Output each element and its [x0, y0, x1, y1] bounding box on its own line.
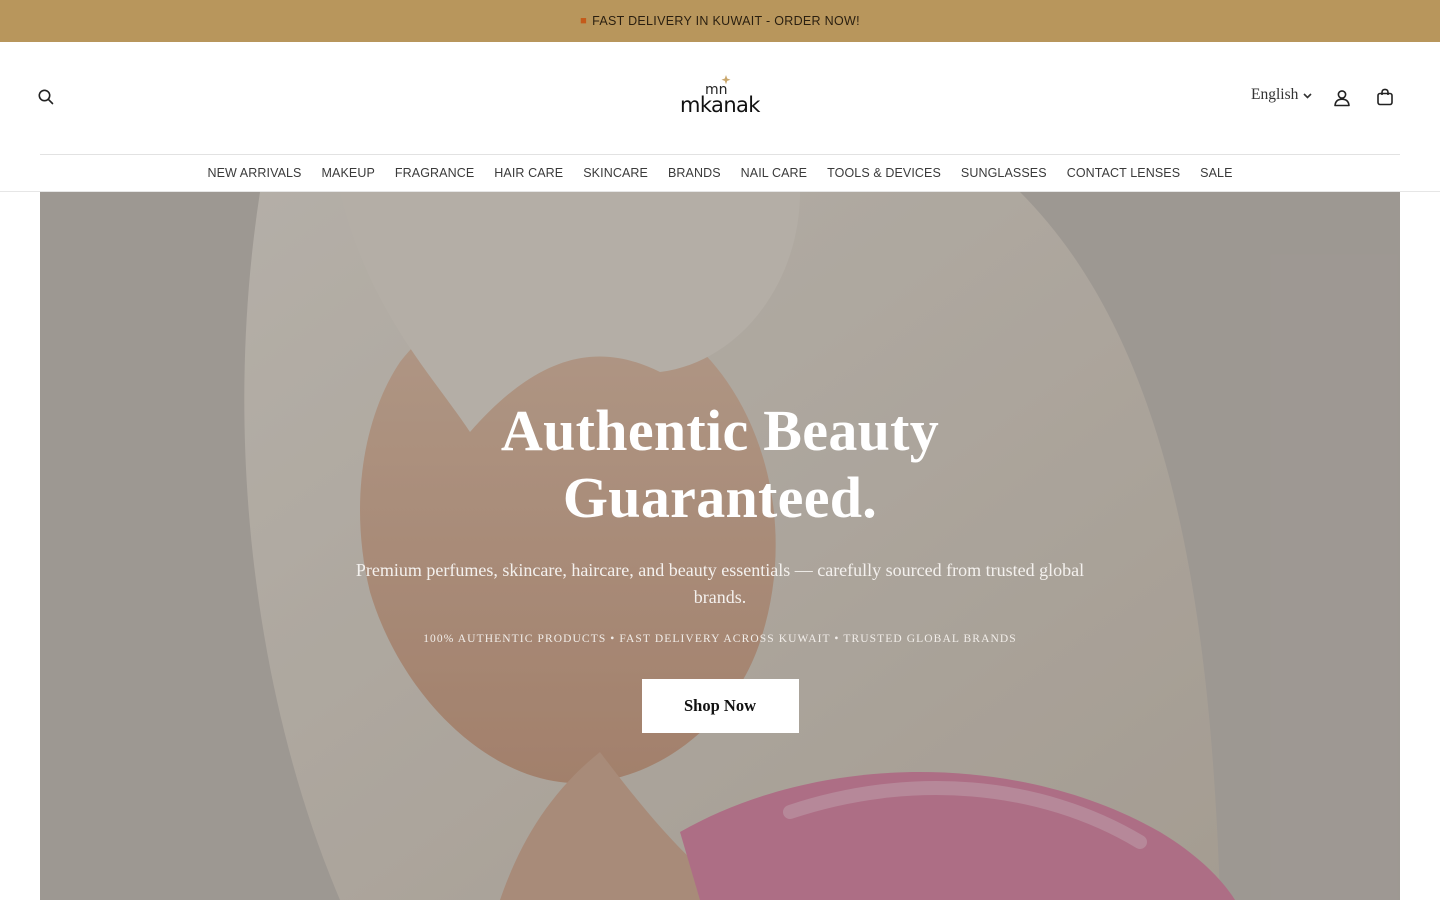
account-icon[interactable] — [1332, 88, 1352, 108]
shop-now-button[interactable]: Shop Now — [641, 679, 799, 733]
nav-item-tools-devices[interactable]: TOOLS & DEVICES — [817, 166, 951, 180]
hero-subtitle: Premium perfumes, skincare, haircare, an… — [355, 560, 1085, 607]
nav-item-nail-care[interactable]: NAIL CARE — [731, 166, 817, 180]
hero-content: Authentic Beauty Guaranteed. Premium per… — [40, 397, 1400, 733]
search-icon[interactable] — [36, 87, 56, 107]
nav-item-sunglasses[interactable]: SUNGLASSES — [951, 166, 1057, 180]
nav-item-skincare[interactable]: SKINCARE — [573, 166, 658, 180]
hero-trust-badges: 100% AUTHENTIC PRODUCTS • FAST DELIVERY … — [423, 633, 1017, 645]
nav-item-hair-care[interactable]: HAIR CARE — [484, 166, 573, 180]
truck-icon: ■ — [580, 15, 588, 27]
announcement-bar: ■ FAST DELIVERY IN KUWAIT - ORDER NOW! — [0, 0, 1440, 42]
cart-icon[interactable] — [1375, 87, 1395, 107]
nav-item-contact-lenses[interactable]: CONTACT LENSES — [1057, 166, 1190, 180]
language-label: English — [1251, 86, 1299, 103]
svg-text:mkanak: mkanak — [680, 93, 761, 117]
hero-title: Authentic Beauty Guaranteed. — [500, 398, 940, 530]
site-header: mn mkanak English NEW ARRIVALS MAKEUP FR… — [0, 42, 1440, 192]
nav-item-brands[interactable]: BRANDS — [658, 166, 731, 180]
hero-banner: Authentic Beauty Guaranteed. Premium per… — [40, 192, 1400, 900]
logo[interactable]: mn mkanak — [670, 72, 770, 120]
chevron-down-icon — [1303, 92, 1312, 99]
main-nav: NEW ARRIVALS MAKEUP FRAGRANCE HAIR CARE … — [0, 155, 1440, 191]
language-selector[interactable]: English — [1251, 86, 1313, 104]
nav-item-new-arrivals[interactable]: NEW ARRIVALS — [197, 166, 311, 180]
nav-item-fragrance[interactable]: FRAGRANCE — [385, 166, 484, 180]
nav-item-makeup[interactable]: MAKEUP — [312, 166, 385, 180]
announcement-text: FAST DELIVERY IN KUWAIT - ORDER NOW! — [592, 14, 860, 28]
nav-item-sale[interactable]: SALE — [1190, 166, 1242, 180]
